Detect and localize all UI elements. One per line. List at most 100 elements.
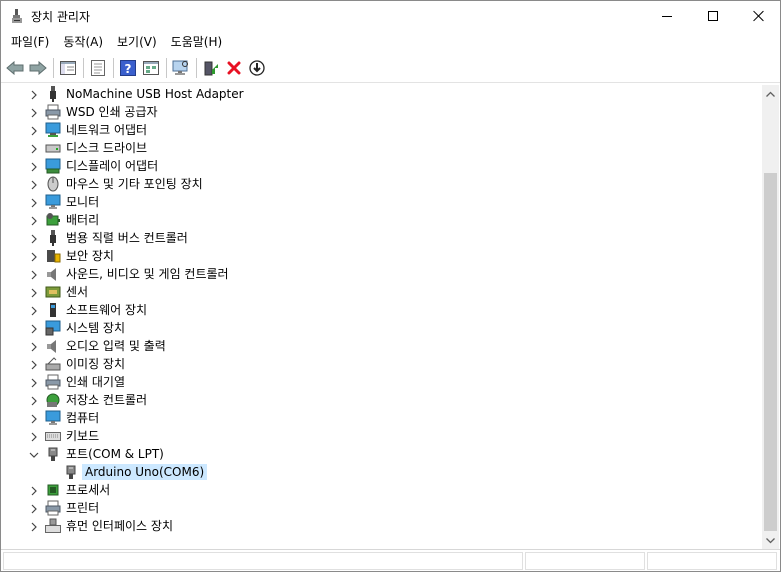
tree-row[interactable]: 센서 [3, 283, 743, 301]
chevron-right-icon[interactable] [29, 431, 39, 442]
tree-row[interactable]: 포트(COM & LPT) [3, 445, 743, 463]
chevron-right-icon[interactable] [29, 215, 39, 226]
hid-icon [45, 518, 61, 534]
computer-icon [45, 410, 61, 426]
tree-item-label: 포트(COM & LPT) [66, 447, 164, 461]
tree-row[interactable]: 컴퓨터 [3, 409, 743, 427]
chevron-right-icon[interactable] [29, 503, 39, 514]
chevron-right-icon[interactable] [29, 287, 39, 298]
vertical-scrollbar[interactable] [762, 85, 779, 549]
chevron-right-icon[interactable] [29, 485, 39, 496]
chevron-right-icon[interactable] [29, 305, 39, 316]
properties-pane-icon [60, 61, 76, 75]
scroll-up-button[interactable] [762, 85, 779, 102]
toolbar-separator [113, 58, 114, 78]
tree-item-label: 모니터 [66, 195, 100, 209]
tree-row[interactable]: 시스템 장치 [3, 319, 743, 337]
tree-item-label: 배터리 [66, 213, 100, 227]
chevron-right-icon[interactable] [29, 413, 39, 424]
chevron-right-icon[interactable] [29, 143, 39, 154]
tree-row[interactable]: WSD 인쇄 공급자 [3, 103, 743, 121]
tree-row[interactable]: 네트워크 어댑터 [3, 121, 743, 139]
chevron-right-icon[interactable] [29, 125, 39, 136]
chevron-right-icon[interactable] [29, 107, 39, 118]
title-bar[interactable]: 장치 관리자 [1, 1, 780, 31]
chevron-right-icon[interactable] [29, 269, 39, 280]
maximize-button[interactable] [690, 1, 736, 31]
update-driver-button[interactable] [200, 57, 222, 79]
tree-row[interactable]: 휴먼 인터페이스 장치 [3, 517, 743, 535]
chevron-right-icon[interactable] [29, 377, 39, 388]
sound-icon [45, 266, 61, 282]
chevron-right-icon[interactable] [29, 161, 39, 172]
tree-row[interactable]: 오디오 입력 및 출력 [3, 337, 743, 355]
tree-row[interactable]: 저장소 컨트롤러 [3, 391, 743, 409]
help-button[interactable]: ? [117, 57, 139, 79]
tree-row[interactable]: 디스플레이 어댑터 [3, 157, 743, 175]
tree-child-row[interactable]: Arduino Uno(COM6) [3, 463, 743, 481]
menu-view[interactable]: 보기(V) [110, 31, 164, 53]
tree-item-label: 컴퓨터 [66, 411, 100, 425]
tree-row[interactable]: 범용 직렬 버스 컨트롤러 [3, 229, 743, 247]
properties-button[interactable] [87, 57, 109, 79]
view-button[interactable] [140, 57, 162, 79]
network-adapter-icon [45, 122, 61, 138]
chevron-right-icon[interactable] [29, 179, 39, 190]
battery-icon [45, 212, 61, 228]
toolbar: ? [1, 55, 780, 81]
window-title: 장치 관리자 [31, 10, 91, 24]
uninstall-device-button[interactable] [223, 57, 245, 79]
chevron-right-icon[interactable] [29, 323, 39, 334]
software-device-icon [45, 302, 61, 318]
tree-row[interactable]: 키보드 [3, 427, 743, 445]
close-icon [753, 10, 765, 22]
chevron-right-icon[interactable] [29, 251, 39, 262]
show-hide-console-tree-button[interactable] [57, 57, 79, 79]
tree-row[interactable]: 모니터 [3, 193, 743, 211]
keyboard-icon [45, 428, 61, 444]
tree-row[interactable]: NoMachine USB Host Adapter [3, 85, 743, 103]
menu-help[interactable]: 도움말(H) [164, 31, 230, 53]
tree-item-label: 소프트웨어 장치 [66, 303, 148, 317]
tree-row[interactable]: 마우스 및 기타 포인팅 장치 [3, 175, 743, 193]
tree-row[interactable]: 프로세서 [3, 481, 743, 499]
close-button[interactable] [736, 1, 781, 31]
minimize-button[interactable] [644, 1, 690, 31]
tree-row[interactable]: 소프트웨어 장치 [3, 301, 743, 319]
toolbar-separator [83, 58, 84, 78]
chevron-down-icon[interactable] [29, 449, 39, 459]
disable-icon [249, 60, 265, 76]
back-button[interactable] [4, 57, 26, 79]
chevron-up-icon [766, 91, 775, 97]
tree-row[interactable]: 배터리 [3, 211, 743, 229]
port-icon [63, 464, 79, 480]
tree-row[interactable]: 이미징 장치 [3, 355, 743, 373]
tree-item-label: 프로세서 [66, 483, 111, 497]
tree-row[interactable]: 프린터 [3, 499, 743, 517]
menu-action[interactable]: 동작(A) [56, 31, 110, 53]
scroll-down-button[interactable] [762, 532, 779, 549]
tree-row[interactable]: 디스크 드라이브 [3, 139, 743, 157]
chevron-right-icon[interactable] [29, 197, 39, 208]
menu-file[interactable]: 파일(F) [4, 31, 56, 53]
tree-row[interactable]: 사운드, 비디오 및 게임 컨트롤러 [3, 265, 743, 283]
status-segment [3, 552, 523, 570]
scan-hardware-button[interactable] [170, 57, 192, 79]
chevron-right-icon[interactable] [29, 89, 39, 100]
chevron-right-icon[interactable] [29, 359, 39, 370]
tree-row[interactable]: 인쇄 대기열 [3, 373, 743, 391]
forward-button[interactable] [27, 57, 49, 79]
device-tree[interactable]: NoMachine USB Host Adapter WSD 인쇄 공급자 네트워크… [3, 85, 762, 547]
view-icon [143, 61, 159, 75]
usb-icon [45, 86, 61, 102]
scroll-thumb[interactable] [764, 173, 777, 531]
imaging-device-icon [45, 356, 61, 372]
chevron-right-icon[interactable] [29, 521, 39, 532]
disable-device-button[interactable] [246, 57, 268, 79]
chevron-right-icon[interactable] [29, 341, 39, 352]
chevron-right-icon[interactable] [29, 233, 39, 244]
maximize-icon [708, 11, 718, 21]
tree-item-label: 휴먼 인터페이스 장치 [66, 519, 173, 533]
tree-row[interactable]: 보안 장치 [3, 247, 743, 265]
chevron-right-icon[interactable] [29, 395, 39, 406]
